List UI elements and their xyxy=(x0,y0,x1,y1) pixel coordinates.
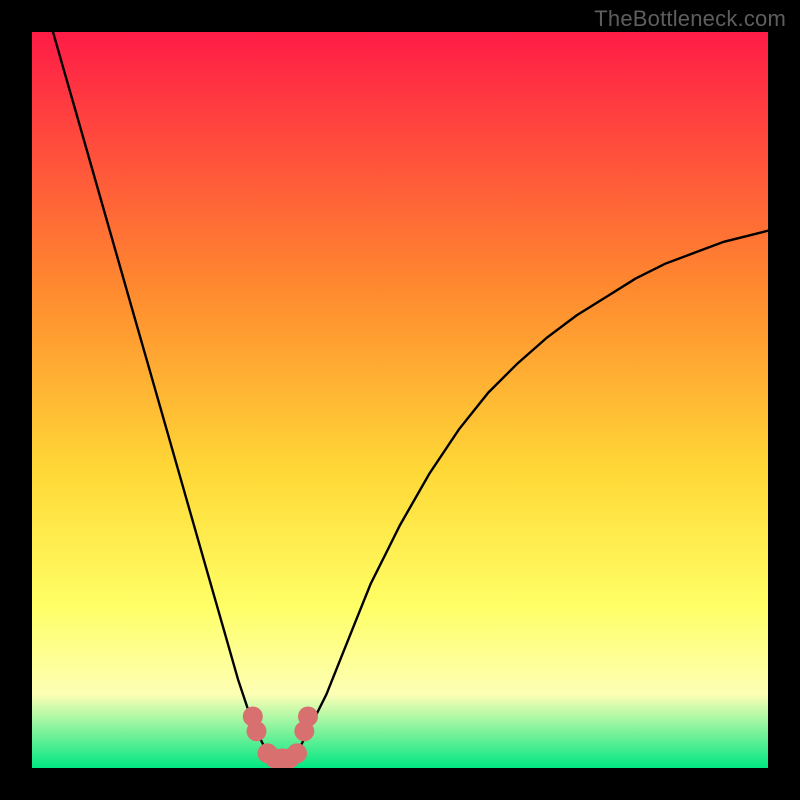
chart-frame: TheBottleneck.com xyxy=(0,0,800,800)
plot-area xyxy=(32,32,768,768)
gradient-background xyxy=(32,32,768,768)
bottleneck-curve-chart xyxy=(32,32,768,768)
curve-marker xyxy=(247,721,267,741)
curve-marker xyxy=(287,743,307,763)
watermark-text: TheBottleneck.com xyxy=(594,6,786,32)
curve-marker xyxy=(298,707,318,727)
